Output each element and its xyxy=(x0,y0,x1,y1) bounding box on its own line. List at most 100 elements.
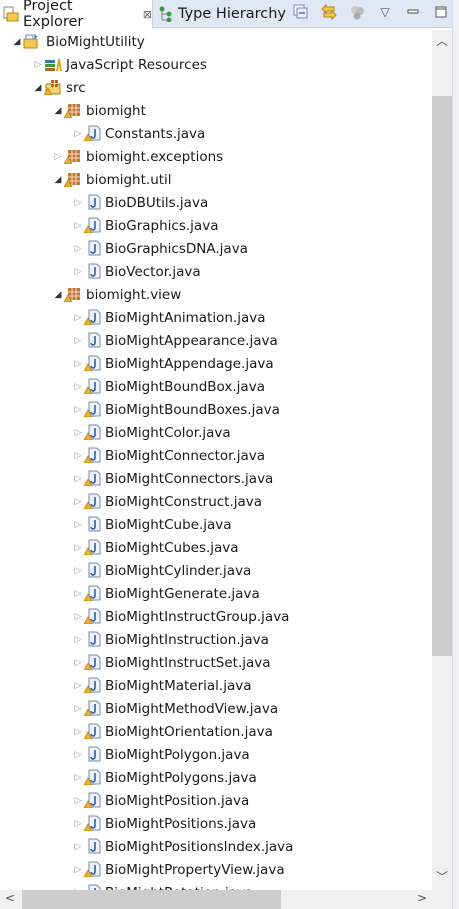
tree-item[interactable]: ▷ BioMightAnimation.java xyxy=(0,306,432,329)
tree-item[interactable]: ▷ BioMightConnector.java xyxy=(0,444,432,467)
tree-item[interactable]: ▷ JavaScript Resources xyxy=(0,53,432,76)
expand-arrow-icon[interactable]: ▷ xyxy=(73,750,83,760)
scroll-right-icon[interactable]: > xyxy=(412,891,432,909)
scroll-down-icon[interactable]: ﹀ xyxy=(432,868,452,886)
tree-item[interactable]: ▷ BioDBUtils.java xyxy=(0,191,432,214)
expand-arrow-icon[interactable]: ▷ xyxy=(73,658,83,668)
collapse-all-icon[interactable] xyxy=(293,4,309,20)
expand-arrow-icon[interactable]: ▷ xyxy=(73,451,83,461)
tree-item[interactable]: ▷ BioMightPositions.java xyxy=(0,812,432,835)
tree-item[interactable]: ▷ BioMightBoundBox.java xyxy=(0,375,432,398)
collapse-arrow-icon[interactable]: ◢ xyxy=(53,106,63,116)
expand-arrow-icon[interactable]: ▷ xyxy=(73,313,83,323)
tree-item[interactable]: ▷ BioMightCylinder.java xyxy=(0,559,432,582)
tree-item[interactable]: ▷ BioMightConstruct.java xyxy=(0,490,432,513)
expand-arrow-icon[interactable]: ▷ xyxy=(73,382,83,392)
tree-item[interactable]: ▷ BioMightBoundBoxes.java xyxy=(0,398,432,421)
expand-arrow-icon[interactable]: ▷ xyxy=(73,520,83,530)
expand-arrow-icon[interactable]: ▷ xyxy=(33,60,43,70)
expand-arrow-icon[interactable]: ▷ xyxy=(53,152,63,162)
tree-item[interactable]: ▷ BioMightInstruction.java xyxy=(0,628,432,651)
tree-item[interactable]: ▷ BioMightOrientation.java xyxy=(0,720,432,743)
tree-item[interactable]: ▷ BioMightMaterial.java xyxy=(0,674,432,697)
expand-arrow-icon[interactable]: ▷ xyxy=(73,635,83,645)
tab-type-hierarchy[interactable]: Type Hierarchy xyxy=(156,0,286,28)
java-file-icon-with-warning xyxy=(83,447,101,464)
scroll-left-icon[interactable]: < xyxy=(0,891,20,909)
tree-item-label: BioMightGenerate.java xyxy=(105,585,260,602)
java-file-icon-with-warning xyxy=(83,401,101,418)
expand-arrow-icon[interactable]: ▷ xyxy=(73,543,83,553)
collapse-arrow-icon[interactable]: ◢ xyxy=(12,37,22,47)
tree-item[interactable]: ▷ BioGraphics.java xyxy=(0,214,432,237)
tree-item[interactable]: ▷ BioMightPositionsIndex.java xyxy=(0,835,432,858)
expand-arrow-icon[interactable]: ▷ xyxy=(73,267,83,277)
tree-item[interactable]: ▷ Constants.java xyxy=(0,122,432,145)
tree-item[interactable]: ▷ BioMightMethodView.java xyxy=(0,697,432,720)
tree-item[interactable]: ▷ BioMightAppendage.java xyxy=(0,352,432,375)
tree-item[interactable]: ◢ biomight xyxy=(0,99,432,122)
expand-arrow-icon[interactable]: ▷ xyxy=(73,612,83,622)
expand-arrow-icon[interactable]: ▷ xyxy=(73,474,83,484)
tree-item[interactable]: ▷ BioMightPosition.java xyxy=(0,789,432,812)
tree-item[interactable]: ▷ BioMightInstructSet.java xyxy=(0,651,432,674)
expand-arrow-icon[interactable]: ▷ xyxy=(73,497,83,507)
view-menu-icon[interactable]: ▽ xyxy=(377,4,393,20)
collapse-arrow-icon[interactable]: ◢ xyxy=(53,290,63,300)
tree-item[interactable]: ▷ BioMightCubes.java xyxy=(0,536,432,559)
expand-arrow-icon[interactable]: ▷ xyxy=(73,589,83,599)
tree-item-label: biomight.exceptions xyxy=(86,148,224,165)
tree-item[interactable]: ▷ BioMightPolygon.java xyxy=(0,743,432,766)
expand-arrow-icon[interactable]: ▷ xyxy=(73,336,83,346)
expand-arrow-icon[interactable]: ▷ xyxy=(73,865,83,875)
expand-arrow-icon[interactable]: ▷ xyxy=(73,796,83,806)
java-file-icon-with-warning xyxy=(83,654,101,671)
minimize-icon[interactable] xyxy=(405,4,421,20)
expand-arrow-icon[interactable]: ▷ xyxy=(73,129,83,139)
tree-item[interactable]: ▷BioMightRotation.java xyxy=(0,881,432,890)
expand-arrow-icon[interactable]: ▷ xyxy=(73,727,83,737)
maximize-icon[interactable] xyxy=(433,4,449,20)
tree-item[interactable]: ◢ BioMightUtility xyxy=(0,30,432,53)
expand-arrow-icon[interactable]: ▷ xyxy=(73,681,83,691)
tree-item[interactable]: ▷ BioMightInstructGroup.java xyxy=(0,605,432,628)
expand-arrow-icon[interactable]: ▷ xyxy=(73,244,83,254)
tree-item[interactable]: ▷ BioMightColor.java xyxy=(0,421,432,444)
project-tree[interactable]: ◢ BioMightUtility ▷ JavaScript Resources ◢ sr… xyxy=(0,30,432,890)
tree-item-label: BioVector.java xyxy=(105,263,201,280)
tree-item[interactable]: ▷ BioMightGenerate.java xyxy=(0,582,432,605)
link-with-editor-icon[interactable] xyxy=(321,4,337,20)
close-icon[interactable]: ⊠ xyxy=(143,8,152,21)
expand-arrow-icon[interactable]: ▷ xyxy=(73,704,83,714)
tree-item[interactable]: ▷ BioMightAppearance.java xyxy=(0,329,432,352)
vertical-scroll-thumb[interactable] xyxy=(432,96,452,656)
tree-item[interactable]: ◢ src xyxy=(0,76,432,99)
scroll-up-icon[interactable]: ︿ xyxy=(432,32,452,50)
tree-item[interactable]: ▷ biomight.exceptions xyxy=(0,145,432,168)
java-file-icon xyxy=(84,332,101,348)
filters-icon[interactable] xyxy=(349,4,365,20)
expand-arrow-icon[interactable]: ▷ xyxy=(73,359,83,369)
expand-arrow-icon[interactable]: ▷ xyxy=(73,405,83,415)
expand-arrow-icon[interactable]: ▷ xyxy=(73,566,83,576)
tree-item[interactable]: ◢ biomight.view xyxy=(0,283,432,306)
tree-item[interactable]: ◢ biomight.util xyxy=(0,168,432,191)
collapse-arrow-icon[interactable]: ◢ xyxy=(53,175,63,185)
tree-item[interactable]: ▷ BioMightConnectors.java xyxy=(0,467,432,490)
tab-project-explorer[interactable]: Project Explorer ⊠ xyxy=(0,0,153,30)
horizontal-scrollbar[interactable]: < > xyxy=(0,890,452,909)
horizontal-scroll-thumb[interactable] xyxy=(22,890,281,909)
expand-arrow-icon[interactable]: ▷ xyxy=(73,221,83,231)
tree-item[interactable]: ▷ BioMightPolygons.java xyxy=(0,766,432,789)
tree-item[interactable]: ▷ BioGraphicsDNA.java xyxy=(0,237,432,260)
expand-arrow-icon[interactable]: ▷ xyxy=(73,428,83,438)
expand-arrow-icon[interactable]: ▷ xyxy=(73,198,83,208)
expand-arrow-icon[interactable]: ▷ xyxy=(73,842,83,852)
expand-arrow-icon[interactable]: ▷ xyxy=(73,773,83,783)
tree-item[interactable]: ▷ BioMightPropertyView.java xyxy=(0,858,432,881)
vertical-scrollbar[interactable]: ︿ ﹀ xyxy=(432,30,452,890)
expand-arrow-icon[interactable]: ▷ xyxy=(73,819,83,829)
tree-item[interactable]: ▷ BioVector.java xyxy=(0,260,432,283)
collapse-arrow-icon[interactable]: ◢ xyxy=(33,83,43,93)
tree-item[interactable]: ▷ BioMightCube.java xyxy=(0,513,432,536)
